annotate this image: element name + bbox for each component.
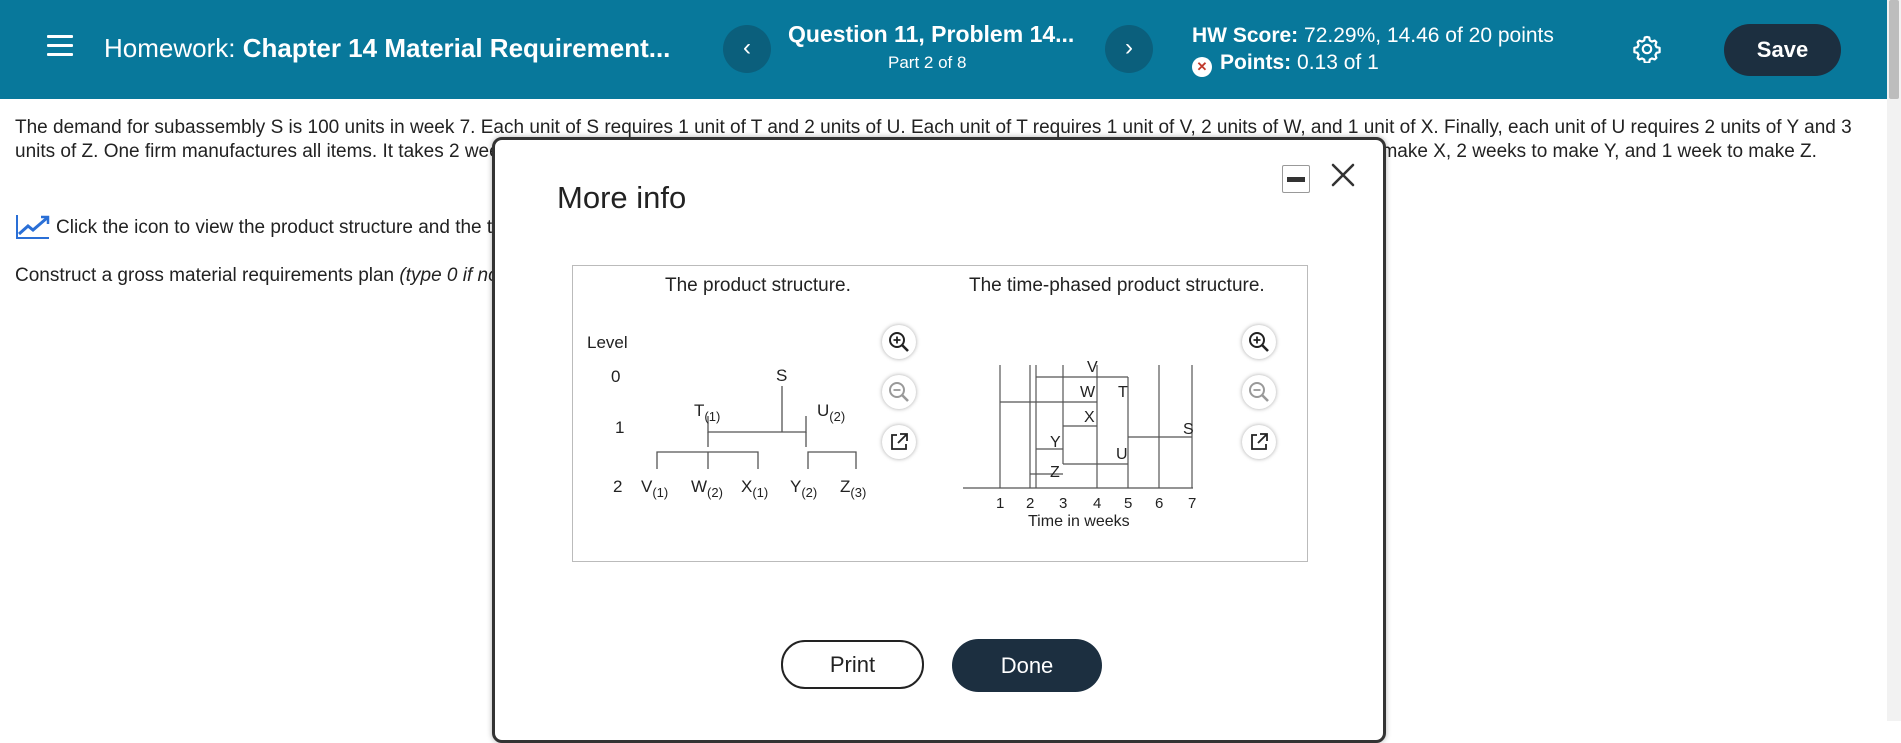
tick-5: 5: [1124, 495, 1132, 512]
zoom-out-button-2[interactable]: [1242, 375, 1276, 409]
time-phased-diagram: V W T X S Y U Z 1 2 3 4 5 6 7 Time in we…: [963, 359, 1196, 530]
zoom-out-icon: [1249, 382, 1269, 402]
node-x: X(1): [741, 477, 768, 500]
homework-prefix: Homework:: [104, 33, 236, 63]
tick-3: 3: [1059, 495, 1067, 512]
tick-7: 7: [1188, 495, 1196, 512]
tick-6: 6: [1155, 495, 1163, 512]
time-axis-label: Time in weeks: [1028, 513, 1130, 530]
external-link-icon: [891, 433, 908, 450]
close-icon[interactable]: [1328, 160, 1358, 190]
tp-label-z: Z: [1050, 464, 1060, 481]
question-title: Question 11, Problem 14...: [788, 21, 1075, 47]
open-external-button-2[interactable]: [1242, 425, 1276, 459]
level-header: Level: [587, 333, 628, 352]
points: ✕ Points: 0.13 of 1: [1192, 51, 1379, 77]
points-value: 0.13 of 1: [1297, 51, 1379, 74]
time-axis-ticks: 1 2 3 4 5 6 7: [996, 495, 1196, 512]
homework-title: Homework: Chapter 14 Material Requiremen…: [104, 33, 670, 64]
level-2-label: 2: [613, 477, 622, 496]
hw-score-value: 72.29%, 14.46 of 20 points: [1304, 24, 1554, 47]
tree-lines: [656, 386, 857, 469]
node-s: S: [776, 366, 787, 385]
tp-label-v: V: [1087, 359, 1098, 376]
open-external-button[interactable]: [882, 425, 916, 459]
tick-2: 2: [1026, 495, 1034, 512]
tick-1: 1: [996, 495, 1004, 512]
zoom-in-icon: [1249, 332, 1269, 352]
node-v: V(1): [641, 477, 668, 500]
more-info-dialog: More info The product structure. The tim…: [492, 137, 1386, 743]
zoom-in-icon: [889, 332, 909, 352]
zoom-out-button[interactable]: [882, 375, 916, 409]
points-label: Points:: [1220, 51, 1292, 74]
line-chart-icon[interactable]: [15, 212, 51, 240]
construct-text: Construct a gross material requirements …: [15, 265, 400, 286]
homework-title-text: Chapter 14 Material Requirement...: [242, 33, 671, 63]
tick-4: 4: [1093, 495, 1101, 512]
tp-label-y: Y: [1050, 434, 1061, 451]
tp-label-t: T: [1118, 384, 1128, 401]
next-question-button[interactable]: ›: [1105, 25, 1153, 73]
tp-label-u: U: [1116, 446, 1128, 463]
node-w: W(2): [691, 477, 723, 500]
node-t: T(1): [694, 401, 720, 424]
minimize-icon: [1287, 177, 1305, 182]
product-structure-diagram: Level 0 1 2 S T(1) U(2) V(1) W(2) X(1) Y…: [587, 333, 866, 500]
tp-label-s: S: [1183, 421, 1194, 438]
save-button[interactable]: Save: [1724, 24, 1841, 76]
minimize-button[interactable]: [1282, 165, 1310, 193]
level-1-label: 1: [615, 418, 624, 437]
time-phased-caption: The time-phased product structure.: [969, 275, 1265, 296]
zoom-out-icon: [889, 382, 909, 402]
scrollbar[interactable]: [1887, 0, 1901, 721]
header-bar: Homework: Chapter 14 Material Requiremen…: [0, 0, 1887, 99]
print-button[interactable]: Print: [781, 640, 924, 689]
hw-score-label: HW Score:: [1192, 24, 1299, 47]
level-0-label: 0: [611, 367, 620, 386]
time-phased-lines: [963, 365, 1193, 489]
hamburger-menu-icon[interactable]: [47, 35, 73, 57]
figure-panel: The product structure. The time-phased p…: [572, 265, 1308, 562]
zoom-in-button[interactable]: [882, 325, 916, 359]
zoom-in-button-2[interactable]: [1242, 325, 1276, 359]
dialog-title: More info: [557, 180, 687, 215]
node-z: Z(3): [840, 477, 866, 500]
hw-score: HW Score: 72.29%, 14.46 of 20 points: [1192, 24, 1554, 48]
done-button[interactable]: Done: [952, 639, 1102, 692]
tp-label-w: W: [1080, 384, 1096, 401]
question-part: Part 2 of 8: [888, 53, 967, 72]
node-u: U(2): [817, 401, 845, 424]
settings-gear-icon[interactable]: [1633, 35, 1661, 63]
tp-label-x: X: [1084, 409, 1095, 426]
node-y: Y(2): [790, 477, 817, 500]
previous-question-button[interactable]: ‹: [723, 25, 771, 73]
scrollbar-thumb[interactable]: [1889, 0, 1899, 99]
external-link-icon: [1251, 433, 1268, 450]
partial-credit-icon: ✕: [1192, 57, 1212, 77]
